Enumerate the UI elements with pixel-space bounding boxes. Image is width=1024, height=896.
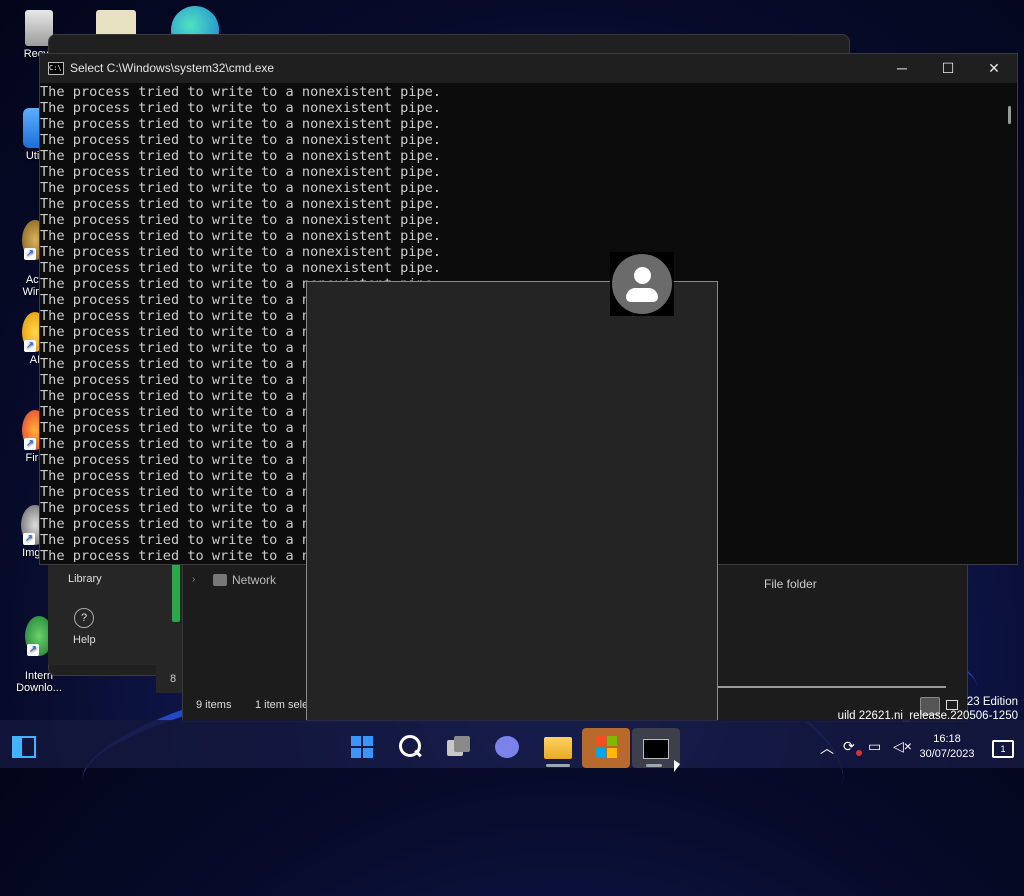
nav-network[interactable]: Network [232, 573, 276, 587]
shortcut-arrow-icon: ↗ [24, 340, 36, 352]
partial-count: 8 [156, 665, 182, 693]
cmd-output-line: The process tried to write to a nonexist… [40, 228, 442, 244]
teams-chat-icon[interactable] [495, 736, 519, 758]
widgets-icon[interactable] [12, 736, 36, 758]
status-item-count: 9 items [196, 699, 232, 711]
avatar[interactable] [610, 252, 674, 316]
user-avatar-icon [612, 254, 672, 314]
file-explorer-icon[interactable] [544, 737, 572, 759]
network-tray-icon[interactable]: ▭ [868, 738, 881, 755]
cmd-scroll-thumb[interactable] [1008, 106, 1011, 124]
taskbar-clock[interactable]: 16:18 30/07/2023 [915, 732, 979, 762]
store-icon [595, 736, 617, 758]
cmd-output-line: The process tried to write to a nonexist… [40, 84, 442, 100]
cmd-app-icon: C:\ [48, 62, 64, 75]
clock-date: 30/07/2023 [919, 748, 975, 760]
shortcut-arrow-icon: ↗ [27, 644, 39, 656]
notification-icon[interactable]: 1 [992, 740, 1014, 758]
cmd-output-line: The process tried to write to a nonexist… [40, 148, 442, 164]
help-icon[interactable]: ? [74, 608, 94, 628]
explorer-sidebar: Library ? Help [48, 560, 182, 665]
help-label[interactable]: Help [73, 634, 96, 646]
watermark-edition: 23 Edition [966, 696, 1018, 708]
mouse-cursor-icon [674, 760, 680, 772]
library-label[interactable]: Library [68, 573, 102, 585]
running-indicator [546, 764, 570, 767]
status-selection: 1 item sele [255, 699, 309, 711]
close-button[interactable]: ✕ [971, 54, 1017, 83]
start-icon[interactable] [351, 736, 373, 758]
cmd-output-line: The process tried to write to a nonexist… [40, 132, 442, 148]
windows-watermark: 23 Edition Build 22621.ni_release.220506… [838, 695, 1018, 723]
sync-icon[interactable]: ⟳ [843, 738, 855, 755]
cmd-output-line: The process tried to write to a nonexist… [40, 164, 442, 180]
network-icon [213, 574, 227, 586]
horizontal-scrollbar[interactable] [716, 686, 946, 688]
green-accent-bar [172, 562, 180, 622]
notification-count: 1 [1000, 744, 1006, 754]
cmd-output-line: The process tried to write to a nonexist… [40, 212, 442, 228]
cmd-window-title: Select C:\Windows\system32\cmd.exe [70, 61, 275, 75]
cmd-output-line: The process tried to write to a nonexist… [40, 260, 442, 276]
task-view-icon-back [454, 736, 470, 752]
cmd-output-line: The process tried to write to a nonexist… [40, 244, 442, 260]
maximize-button[interactable]: ☐ [925, 54, 971, 83]
running-indicator [646, 764, 662, 767]
cmd-output-line: The process tried to write to a nonexist… [40, 100, 442, 116]
cmd-output-line: The process tried to write to a nonexist… [40, 180, 442, 196]
cmd-icon [643, 739, 669, 759]
minimize-button[interactable]: ─ [879, 54, 925, 83]
cmd-output-line: The process tried to write to a nonexist… [40, 116, 442, 132]
shortcut-arrow-icon: ↗ [23, 533, 35, 545]
cmd-output-line: The process tried to write to a nonexist… [40, 196, 442, 212]
speaker-muted-icon[interactable]: ◁× [893, 738, 912, 755]
account-overlay-panel [306, 281, 718, 721]
clock-time: 16:18 [933, 733, 961, 745]
expand-chevron-icon[interactable]: › [192, 574, 195, 585]
shortcut-arrow-icon: ↗ [24, 438, 36, 450]
shortcut-arrow-icon: ↗ [24, 248, 36, 260]
sync-alert-badge [856, 750, 862, 756]
cmd-titlebar[interactable]: C:\ Select C:\Windows\system32\cmd.exe ─… [40, 54, 1017, 83]
cmd-scrollbar[interactable] [1001, 84, 1017, 562]
chevron-up-icon[interactable]: ︿ [820, 738, 834, 758]
file-type-cell: File folder [764, 577, 817, 591]
